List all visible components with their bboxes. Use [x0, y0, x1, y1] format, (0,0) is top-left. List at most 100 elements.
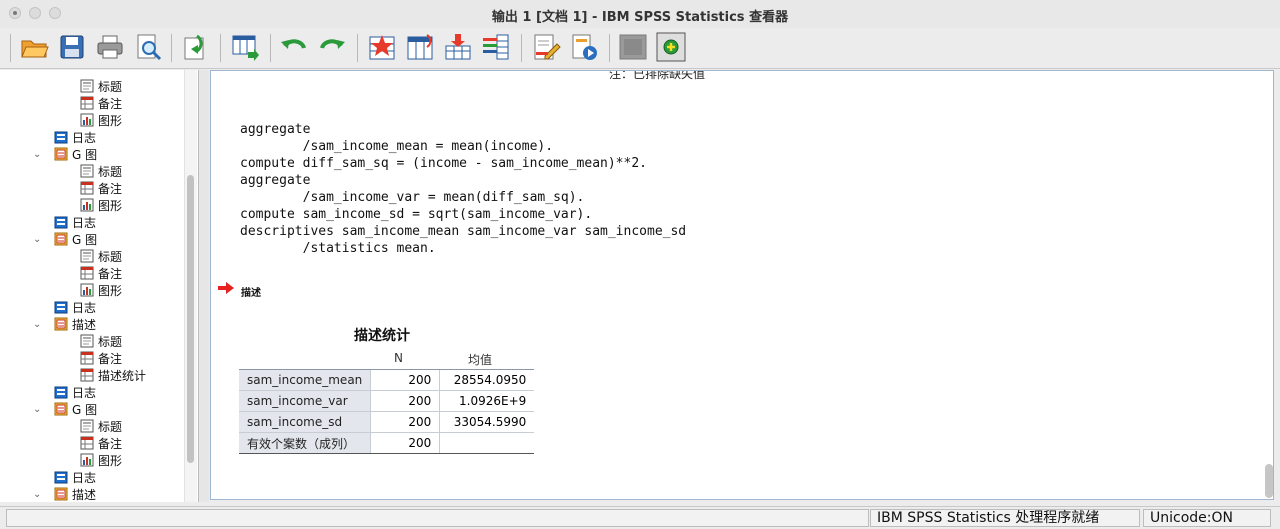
outline-item-label: 备注 [98, 437, 123, 451]
table-title: 描述统计 [354, 328, 410, 344]
designate-window-icon[interactable] [531, 32, 561, 62]
outline-item-label: 标题 [98, 420, 123, 434]
missing-values-note: 注：已排除缺失值 [609, 70, 706, 81]
print-preview-icon[interactable] [133, 32, 163, 62]
outline-item[interactable]: 标题 [80, 79, 122, 96]
outline-item[interactable]: 图形 [80, 283, 122, 300]
print-icon[interactable] [95, 32, 125, 62]
notes-icon [80, 351, 94, 365]
outline-item-label: 备注 [98, 97, 123, 111]
cell-mean: 28554.0950 [439, 369, 535, 391]
outline-item-label: 标题 [98, 80, 123, 94]
outline-item[interactable]: 备注 [80, 266, 122, 283]
outline-item[interactable]: 描述统计 [80, 368, 146, 385]
outline-item[interactable]: 备注 [80, 351, 122, 368]
title-icon [80, 334, 94, 348]
section-label: 描述 [241, 288, 261, 299]
goto-data-icon[interactable] [230, 32, 260, 62]
outline-item[interactable]: 标题 [80, 164, 122, 181]
expand-chevron-icon[interactable]: ⌄ [33, 404, 41, 415]
outline-item-label: 备注 [98, 352, 123, 366]
row-label: sam_income_mean [239, 369, 371, 391]
chart-icon [80, 198, 94, 212]
outline-item-label: 描述 [72, 488, 97, 502]
outline-item-label: 日志 [72, 301, 97, 315]
procedure-icon [54, 232, 68, 246]
row-label: 有效个案数（成列） [239, 432, 371, 454]
procedure-icon [54, 402, 68, 416]
status-bar: IBM SPSS Statistics 处理程序就绪 Unicode:ON [0, 506, 1280, 529]
outline-item[interactable]: 日志 [54, 300, 96, 317]
content-scrollbar-thumb[interactable] [1265, 464, 1273, 498]
outline-item[interactable]: 日志 [54, 470, 96, 487]
outline-item-label: G 图 [72, 403, 98, 417]
cell-n: 200 [370, 390, 440, 412]
open-folder-icon[interactable] [19, 32, 49, 62]
outline-item[interactable]: G 图 [54, 232, 97, 249]
goto-variable-icon[interactable] [405, 32, 435, 62]
export-icon[interactable] [181, 32, 211, 62]
cell-mean: 33054.5990 [439, 411, 535, 433]
log-icon [54, 300, 68, 314]
toolbar-separator [357, 34, 358, 62]
title-icon [80, 164, 94, 178]
outline-scrollbar-thumb[interactable] [187, 175, 194, 463]
notes-icon [80, 181, 94, 195]
unicode-status: Unicode:ON [1143, 509, 1271, 527]
outline-item[interactable]: 描述 [54, 487, 96, 502]
outline-scrollbar[interactable] [184, 70, 197, 502]
outline-item[interactable]: 描述 [54, 317, 96, 334]
log-icon [54, 385, 68, 399]
outline-item[interactable]: 备注 [80, 181, 122, 198]
insert-cases-icon[interactable] [443, 32, 473, 62]
descriptive-stats-table[interactable]: sam_income_mean 200 28554.0950 sam_incom… [239, 369, 535, 454]
toolbar-grip [10, 34, 11, 62]
table-row: sam_income_var 200 1.0926E+9 [239, 390, 535, 412]
expand-chevron-icon[interactable]: ⌄ [33, 489, 41, 500]
title-icon [80, 419, 94, 433]
redo-icon[interactable] [317, 32, 347, 62]
log-icon [54, 470, 68, 484]
cell-mean: 1.0926E+9 [439, 390, 535, 412]
notes-icon [80, 96, 94, 110]
outline-item[interactable]: 标题 [80, 334, 122, 351]
promote-icon[interactable] [569, 32, 599, 62]
cell-n: 200 [370, 369, 440, 391]
outline-item-label: 图形 [98, 199, 123, 213]
expand-chevron-icon[interactable]: ⌄ [33, 149, 41, 160]
save-icon[interactable] [57, 32, 87, 62]
outline-item[interactable]: 图形 [80, 113, 122, 130]
outline-item[interactable]: 备注 [80, 96, 122, 113]
variables-icon[interactable] [481, 32, 511, 62]
outline-item[interactable]: G 图 [54, 402, 97, 419]
outline-item[interactable]: 图形 [80, 198, 122, 215]
show-icon[interactable] [656, 32, 686, 62]
table-icon [80, 368, 94, 382]
toolbar-separator [171, 34, 172, 62]
outline-item-label: 图形 [98, 454, 123, 468]
hide-icon[interactable] [618, 32, 648, 62]
toolbar-separator [220, 34, 221, 62]
expand-chevron-icon[interactable]: ⌄ [33, 234, 41, 245]
outline-item[interactable]: 日志 [54, 385, 96, 402]
content-pane: 注：已排除缺失值 aggregate /sam_income_mean = me… [210, 70, 1274, 500]
outline-item[interactable]: 备注 [80, 436, 122, 453]
outline-item-label: 标题 [98, 335, 123, 349]
title-bar: 输出 1 [文档 1] - IBM SPSS Statistics 查看器 [0, 0, 1280, 29]
pane-splitter[interactable] [199, 70, 209, 502]
outline-item[interactable]: 标题 [80, 249, 122, 266]
outline-item[interactable]: 标题 [80, 419, 122, 436]
window-title: 输出 1 [文档 1] - IBM SPSS Statistics 查看器 [491, 10, 789, 25]
undo-icon[interactable] [279, 32, 309, 62]
outline-item[interactable]: 日志 [54, 130, 96, 147]
expand-chevron-icon[interactable]: ⌄ [33, 319, 41, 330]
goto-case-icon[interactable] [367, 32, 397, 62]
table-row: sam_income_mean 200 28554.0950 [239, 369, 535, 391]
outline-item-label: 标题 [98, 165, 123, 179]
outline-item[interactable]: G 图 [54, 147, 97, 164]
outline-item-label: 图形 [98, 114, 123, 128]
outline-item[interactable]: 日志 [54, 215, 96, 232]
outline-item-label: 备注 [98, 267, 123, 281]
column-header-n: N [394, 351, 403, 365]
outline-item[interactable]: 图形 [80, 453, 122, 470]
